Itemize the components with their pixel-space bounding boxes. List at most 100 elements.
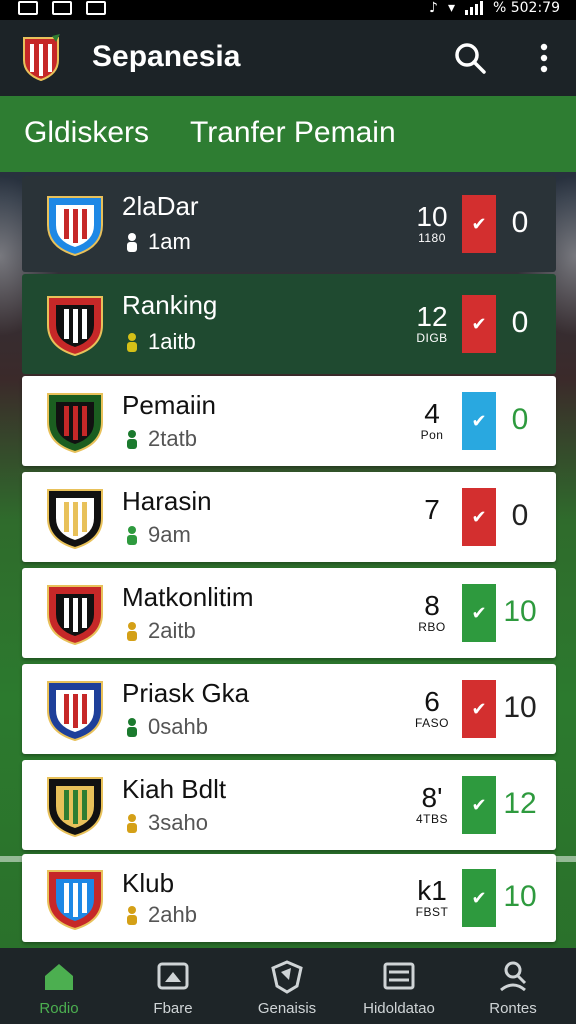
person-search-icon: [500, 961, 527, 992]
signal-icon: [464, 1, 483, 15]
nav-item-genaisis[interactable]: Genaisis: [232, 958, 342, 1017]
club-score: 10: [503, 880, 537, 913]
club-row[interactable]: Harasin 9am 7 ✔ 0: [22, 472, 556, 562]
rank-subcode: FASO: [414, 716, 449, 730]
status-text: % 502:79: [492, 0, 560, 16]
club-name: Harasin: [122, 486, 212, 516]
gallery-icon: [18, 1, 38, 15]
vibrate-icon: ♪: [429, 0, 438, 16]
club-rank-number: 4 Pon: [404, 398, 460, 443]
club-subtitle: 1am: [122, 229, 191, 255]
nav-item-rodio[interactable]: Rodio: [4, 958, 114, 1017]
club-name: Ranking: [122, 290, 218, 320]
nav-item-label: Rodio: [39, 1000, 79, 1017]
club-row[interactable]: Klub 2ahb k1 FBST ✔ 10: [22, 854, 556, 942]
rank-subcode: Pon: [420, 428, 444, 442]
rank-subcode: 1180: [418, 231, 446, 245]
club-subtitle: 2tatb: [122, 426, 197, 452]
rank-value: 7: [424, 494, 440, 525]
club-score: 10: [503, 595, 537, 628]
club-rank-number: 12 DIGB: [404, 301, 460, 346]
status-badge-check-icon[interactable]: ✔: [462, 392, 496, 450]
club-crest-icon: [47, 196, 103, 257]
club-crest-icon: [47, 296, 103, 357]
list-icon: [383, 962, 415, 990]
rank-value: 6: [424, 686, 440, 717]
club-score: 0: [511, 306, 529, 339]
group-icon: [122, 331, 142, 353]
club-logo-icon: [23, 34, 60, 82]
medal-icon: [122, 904, 142, 926]
club-score: 0: [511, 403, 529, 436]
status-badge-check-icon[interactable]: ✔: [462, 584, 496, 642]
app-bar: Sepanesia: [0, 20, 576, 96]
rank-subcode: 4TBS: [415, 812, 448, 826]
status-badge-check-icon[interactable]: ✔: [462, 195, 496, 253]
club-score: 12: [503, 787, 537, 820]
club-rank-number: k1 FBST: [404, 875, 460, 920]
club-subtitle-text: 2ahb: [148, 902, 197, 927]
club-subtitle: 9am: [122, 522, 191, 548]
status-badge-check-icon[interactable]: ✔: [462, 776, 496, 834]
status-badge-check-icon[interactable]: ✔: [462, 869, 496, 927]
club-rank-number: 6 FASO: [404, 686, 460, 731]
status-badge-check-icon[interactable]: ✔: [462, 680, 496, 738]
nav-item-label: Hidoldatao: [363, 1000, 435, 1017]
club-row[interactable]: Matkonlitim 2aitb 8 RBO ✔ 10: [22, 568, 556, 658]
nav-item-rontes[interactable]: Rontes: [458, 958, 568, 1017]
club-name: Kiah Bdlt: [122, 774, 227, 804]
club-name: Klub: [122, 868, 175, 898]
whistle-icon: [122, 716, 142, 738]
tab-tranfer-pemain[interactable]: Tranfer Pemain: [190, 116, 396, 150]
club-row[interactable]: 2laDar 1am 10 1180 ✔ 0: [22, 176, 556, 272]
club-rank-number: 8 RBO: [404, 590, 460, 635]
club-name: Priask Gka: [122, 678, 250, 708]
rank-subcode: DIGB: [416, 331, 448, 345]
status-badge-check-icon[interactable]: ✔: [462, 488, 496, 546]
nav-item-fbare[interactable]: Fbare: [118, 958, 228, 1017]
group-icon: [122, 524, 142, 546]
rank-value: 12: [416, 301, 448, 332]
medal-icon: [122, 620, 142, 642]
club-subtitle: 1aitb: [122, 329, 196, 355]
nav-item-hidoldatao[interactable]: Hidoldatao: [344, 958, 454, 1017]
club-crest-icon: [47, 585, 103, 646]
runner-icon: [122, 231, 142, 253]
club-subtitle-text: 0sahb: [148, 714, 208, 739]
club-row[interactable]: Pemaiin 2tatb 4 Pon ✔ 0: [22, 376, 556, 466]
nav-item-label: Fbare: [153, 1000, 193, 1017]
bottom-navigation: Rodio Fbare Genaisis Hidoldatao Rontes: [0, 948, 576, 1024]
photo-icon: [86, 1, 106, 15]
club-crest-icon: [47, 870, 103, 931]
club-row[interactable]: Ranking 1aitb 12 DIGB ✔ 0: [22, 274, 556, 374]
club-rank-number: 8' 4TBS: [404, 782, 460, 827]
club-row[interactable]: Kiah Bdlt 3saho 8' 4TBS ✔ 12: [22, 760, 556, 850]
club-subtitle: 2aitb: [122, 618, 196, 644]
rank-value: k1: [417, 875, 447, 906]
club-crest-icon: [47, 489, 103, 550]
app-title: Sepanesia: [92, 40, 241, 73]
rank-value: 4: [424, 398, 440, 429]
shield-icon: [271, 960, 303, 994]
tab-gldiskers[interactable]: Gldiskers: [24, 116, 149, 150]
club-rank-number: 7: [404, 496, 460, 524]
club-subtitle-text: 1am: [148, 229, 191, 254]
image-icon: [52, 1, 72, 15]
club-subtitle: 2ahb: [122, 902, 197, 928]
club-subtitle: 0sahb: [122, 714, 208, 740]
club-subtitle-text: 2aitb: [148, 618, 196, 643]
nav-item-label: Genaisis: [257, 1000, 317, 1017]
club-row[interactable]: Priask Gka 0sahb 6 FASO ✔ 10: [22, 664, 556, 754]
nav-item-label: Rontes: [489, 1000, 537, 1017]
search-icon[interactable]: [452, 40, 488, 76]
rank-subcode: RBO: [418, 620, 446, 634]
club-name: Matkonlitim: [122, 582, 254, 612]
tab-bar: Gldiskers Tranfer Pemain: [0, 96, 576, 172]
club-name: 2laDar: [122, 191, 199, 221]
rank-value: 8': [421, 782, 443, 813]
club-subtitle-text: 2tatb: [148, 426, 197, 451]
rank-value: 8: [424, 590, 440, 621]
status-badge-check-icon[interactable]: ✔: [462, 295, 496, 353]
club-subtitle: 3saho: [122, 810, 208, 836]
more-options-icon[interactable]: [530, 42, 558, 74]
